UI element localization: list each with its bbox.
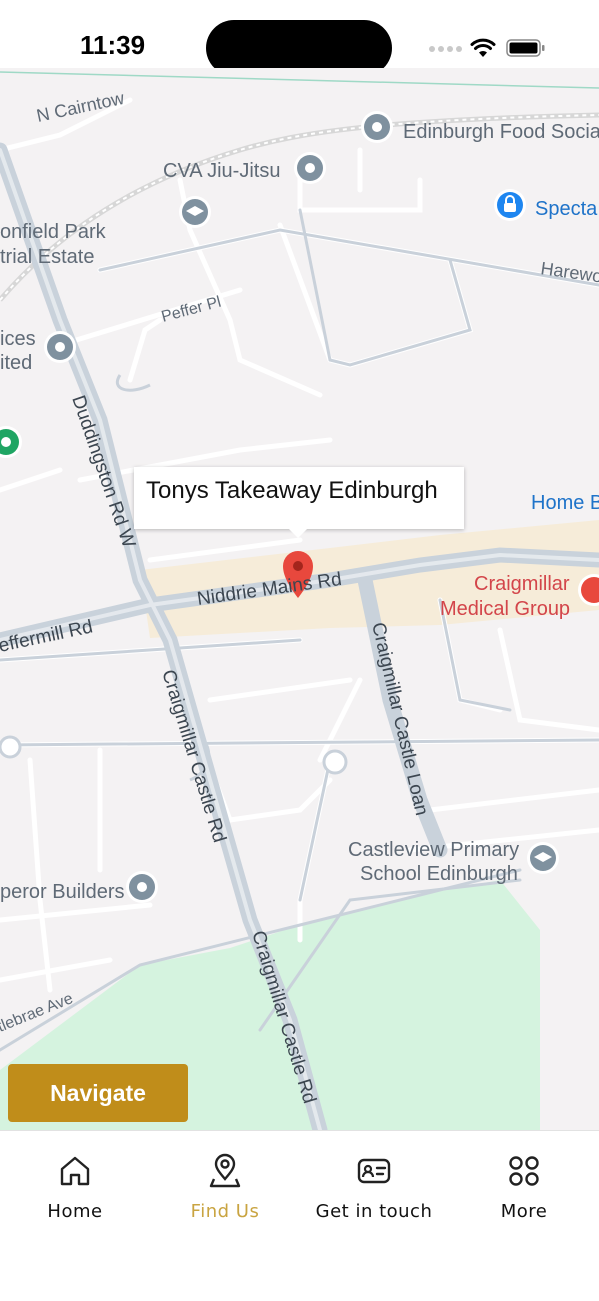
poi-label-services-2: ited (0, 352, 32, 374)
poi-marker-school-icon[interactable] (179, 196, 211, 228)
poi-label-services-1: ices (0, 328, 36, 350)
poi-label-home-b: Home B (531, 492, 599, 514)
poi-marker-cva-jiu-jitsu[interactable] (294, 152, 326, 184)
contact-card-icon (357, 1158, 391, 1184)
poi-label-castleview-1: Castleview Primary (348, 839, 519, 861)
street-label-peffer-pl: Peffer Pl (160, 294, 223, 326)
battery-icon (506, 39, 545, 57)
poi-label-field-park-2: trial Estate (0, 246, 94, 268)
location-pin-icon (209, 1153, 241, 1188)
tab-home-label: Home (47, 1201, 103, 1222)
home-icon (60, 1156, 90, 1186)
poi-marker-emperor-builders[interactable] (126, 871, 158, 903)
poi-label-specta: Specta (535, 198, 598, 220)
poi-label-medical-2: Medical Group (440, 598, 570, 620)
location-callout[interactable]: Tonys Takeaway Edinburgh (134, 467, 464, 529)
poi-label-emperor: peror Builders (0, 881, 125, 903)
map-view[interactable]: N Cairntow Peffer Pl Harewo Duddingston … (0, 68, 599, 1130)
wifi-icon (470, 38, 496, 57)
street-label-castle-loan: Craigmillar Castle Loan (367, 620, 432, 817)
poi-label-castleview-2: School Edinburgh (360, 863, 518, 885)
tab-more-label: More (500, 1201, 548, 1222)
poi-label-medical-1: Craigmillar (474, 573, 570, 595)
tab-get-in-touch-label: Get in touch (315, 1201, 433, 1222)
poi-label-cva: CVA Jiu-Jitsu (163, 160, 280, 182)
callout-title: Tonys Takeaway Edinburgh (146, 477, 438, 504)
tab-find-us-label: Find Us (190, 1201, 260, 1222)
map-canvas[interactable]: N Cairntow Peffer Pl Harewo Duddingston … (0, 68, 599, 1130)
tab-get-in-touch[interactable]: Get in touch (299, 1131, 449, 1241)
navigate-button[interactable]: Navigate (8, 1064, 188, 1122)
poi-marker-food-social[interactable] (361, 111, 393, 143)
tab-more[interactable]: More (449, 1131, 599, 1241)
poi-label-field-park-1: onfield Park (0, 221, 107, 243)
street-label-n-cairntow: N Cairntow (35, 88, 127, 126)
poi-marker-services[interactable] (44, 331, 76, 363)
poi-marker-specta[interactable] (494, 189, 526, 221)
callout-tail (288, 528, 308, 538)
grid-icon (509, 1156, 539, 1186)
street-label-castle-rd-1: Craigmillar Castle Rd (157, 667, 230, 845)
tab-find-us[interactable]: Find Us (150, 1131, 300, 1241)
tab-home[interactable]: Home (0, 1131, 150, 1241)
poi-marker-green[interactable] (0, 426, 22, 458)
poi-marker-castleview-school[interactable] (527, 842, 559, 874)
bottom-tab-bar: Home Find Us Get in touch More (0, 1130, 599, 1301)
status-bar: 11:39 (0, 0, 599, 76)
cellular-signal-icon (429, 46, 462, 52)
poi-label-food-social: Edinburgh Food Social (403, 121, 599, 143)
status-time: 11:39 (80, 30, 146, 60)
